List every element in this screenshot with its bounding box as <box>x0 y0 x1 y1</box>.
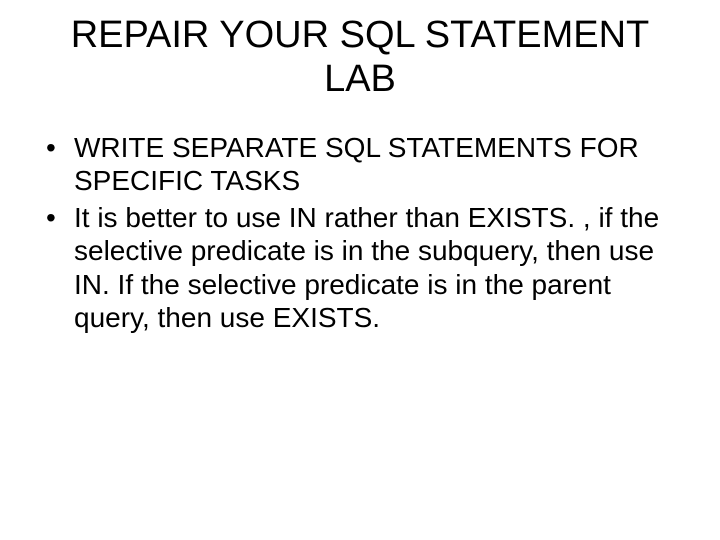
slide: REPAIR YOUR SQL STATEMENT LAB WRITE SEPA… <box>0 0 720 540</box>
slide-title: REPAIR YOUR SQL STATEMENT LAB <box>30 14 690 101</box>
bullet-text: It is better to use IN rather than EXIST… <box>74 202 659 332</box>
list-item: It is better to use IN rather than EXIST… <box>40 201 670 333</box>
bullet-list: WRITE SEPARATE SQL STATEMENTS FOR SPECIF… <box>30 131 690 333</box>
bullet-text: WRITE SEPARATE SQL STATEMENTS FOR SPECIF… <box>74 132 639 196</box>
list-item: WRITE SEPARATE SQL STATEMENTS FOR SPECIF… <box>40 131 670 197</box>
